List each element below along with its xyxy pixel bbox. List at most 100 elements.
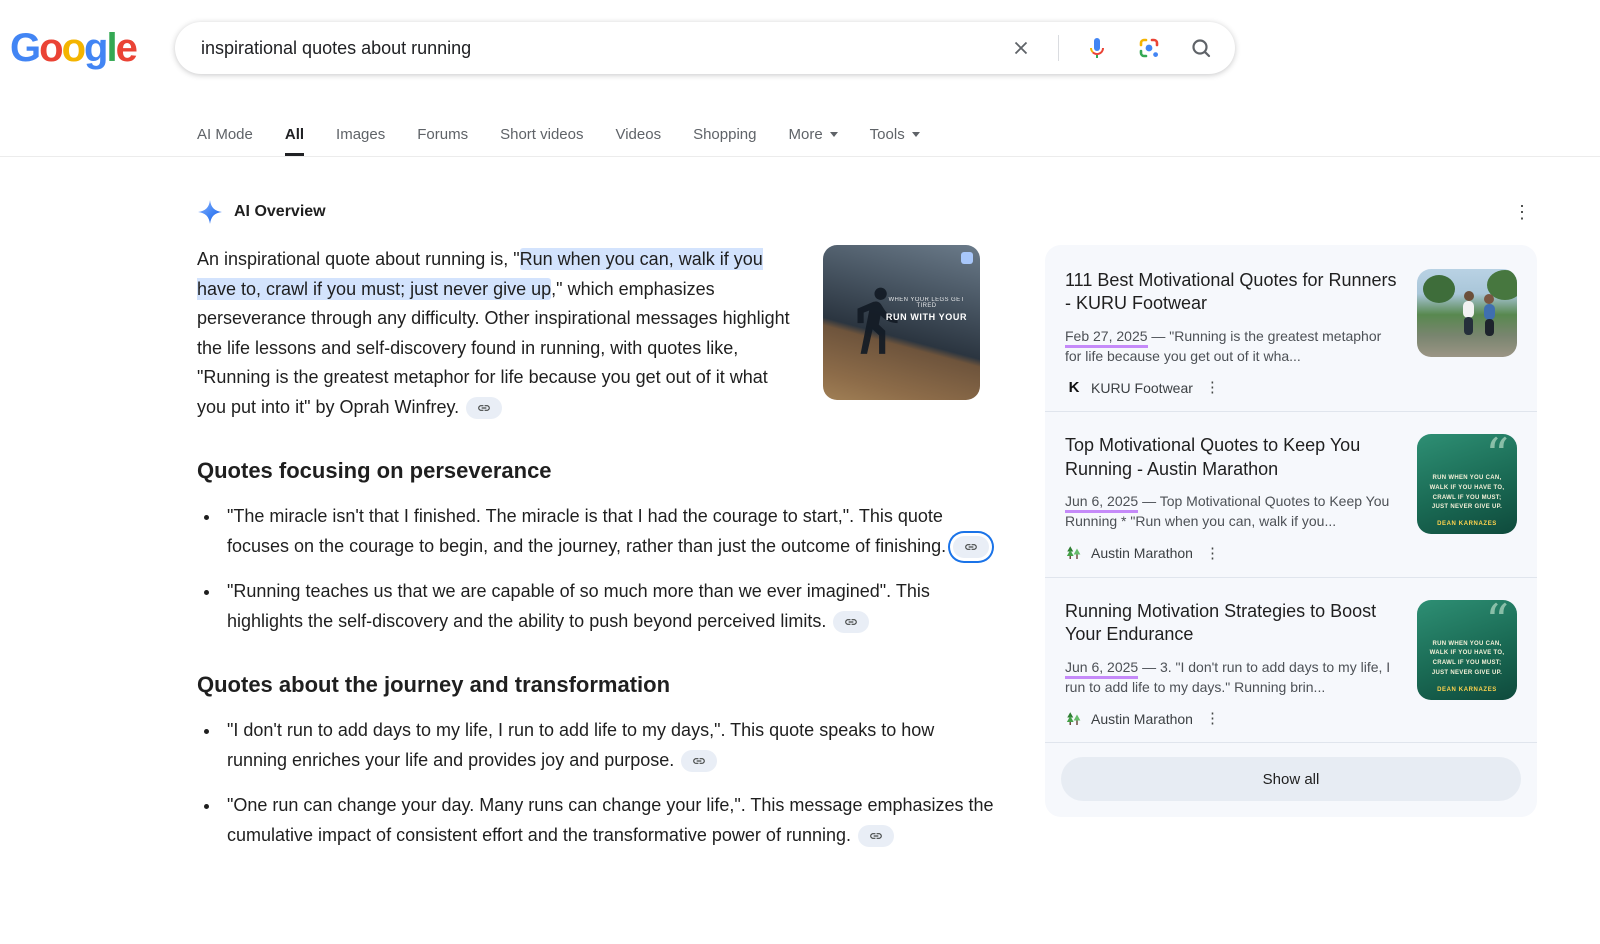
thumb-quote-attribution: DEAN KARNAZES [1424, 687, 1510, 693]
hero-badge-icon [961, 252, 973, 264]
overflow-menu-button[interactable]: ⋮ [1507, 199, 1537, 225]
divider [1058, 35, 1059, 61]
source-card[interactable]: Running Motivation Strategies to Boost Y… [1045, 578, 1537, 742]
bullet-text: "Running teaches us that we are capable … [227, 581, 930, 631]
source-name: KURU Footwear [1091, 380, 1193, 396]
source-card-snippet: Jun 6, 2025 — Top Motivational Quotes to… [1065, 491, 1401, 532]
source-link-chip[interactable] [858, 825, 894, 847]
clear-search-button[interactable] [1008, 35, 1034, 61]
tab-label: All [285, 126, 304, 143]
section-heading-perseverance: Quotes focusing on perseverance [197, 458, 997, 484]
card-menu-button[interactable]: ⋮ [1201, 378, 1224, 397]
result-thumbnail[interactable]: “ RUN WHEN YOU CAN, WALK IF YOU HAVE TO,… [1417, 600, 1517, 700]
source-card-snippet: Feb 27, 2025 — "Running is the greatest … [1065, 326, 1401, 367]
tab-label: Videos [615, 126, 661, 143]
microphone-icon [1085, 36, 1109, 60]
chevron-down-icon [830, 132, 838, 137]
tab-label: More [788, 126, 822, 143]
thumb-quote-text: RUN WHEN YOU CAN, WALK IF YOU HAVE TO, C… [1424, 640, 1510, 678]
kuru-favicon: K [1065, 379, 1083, 397]
search-button[interactable] [1187, 34, 1215, 62]
source-card[interactable]: 111 Best Motivational Quotes for Runners… [1045, 247, 1537, 411]
thumb-quote-text: RUN WHEN YOU CAN, WALK IF YOU HAVE TO, C… [1424, 474, 1510, 512]
source-card-body: 111 Best Motivational Quotes for Runners… [1065, 269, 1401, 397]
divider [0, 156, 1600, 157]
source-card-title[interactable]: Top Motivational Quotes to Keep You Runn… [1065, 434, 1401, 481]
hero-image[interactable]: WHEN YOUR LEGS GET TIRED RUN WITH YOUR [823, 245, 980, 400]
tab-label: Images [336, 126, 385, 143]
tab-tools[interactable]: Tools [870, 126, 920, 156]
search-bar[interactable] [175, 22, 1235, 74]
source-link-chip[interactable] [681, 750, 717, 772]
source-link-chip[interactable] [466, 397, 502, 419]
source-card-body: Top Motivational Quotes to Keep You Runn… [1065, 434, 1401, 562]
source-row: Austin Marathon ⋮ [1065, 544, 1401, 563]
google-logo[interactable]: Google [10, 26, 136, 71]
tab-all[interactable]: All [285, 126, 304, 156]
tab-short-videos[interactable]: Short videos [500, 126, 583, 156]
search-input[interactable] [201, 38, 1008, 59]
source-card-title[interactable]: 111 Best Motivational Quotes for Runners… [1065, 269, 1401, 316]
link-icon [692, 754, 706, 768]
quote-bullet: "The miracle isn't that I finished. The … [221, 502, 997, 561]
logo-letter: o [62, 26, 84, 70]
tab-images[interactable]: Images [336, 126, 385, 156]
show-all-button[interactable]: Show all [1061, 757, 1521, 801]
bullet-text: "The miracle isn't that I finished. The … [227, 506, 946, 556]
link-icon [964, 540, 978, 554]
quote-list: "The miracle isn't that I finished. The … [197, 502, 997, 636]
hero-caption: WHEN YOUR LEGS GET TIRED RUN WITH YOUR [879, 297, 974, 322]
quote-bullet: "I don't run to add days to my life, I r… [221, 716, 997, 775]
close-icon [1010, 37, 1032, 59]
section-heading-journey: Quotes about the journey and transformat… [197, 672, 997, 698]
source-row: Austin Marathon ⋮ [1065, 709, 1401, 728]
tab-forums[interactable]: Forums [417, 126, 468, 156]
source-name: Austin Marathon [1091, 711, 1193, 727]
voice-search-button[interactable] [1083, 34, 1111, 62]
tab-videos[interactable]: Videos [615, 126, 661, 156]
link-icon [869, 829, 883, 843]
ai-overview-star-icon [197, 199, 223, 225]
tab-label: Forums [417, 126, 468, 143]
tab-shopping[interactable]: Shopping [693, 126, 756, 156]
source-name: Austin Marathon [1091, 545, 1193, 561]
source-card[interactable]: Top Motivational Quotes to Keep You Runn… [1045, 412, 1537, 576]
logo-letter: G [10, 26, 39, 70]
tab-ai-mode[interactable]: AI Mode [197, 126, 253, 156]
tab-label: AI Mode [197, 126, 253, 143]
ai-overview-body: An inspirational quote about running is,… [197, 245, 997, 866]
source-card-snippet: Jun 6, 2025 — 3. "I don't run to add day… [1065, 657, 1401, 698]
result-thumbnail[interactable] [1417, 269, 1517, 357]
quote-list: "I don't run to add days to my life, I r… [197, 716, 997, 850]
runners-photo-art [1417, 269, 1517, 357]
logo-letter: o [39, 26, 61, 70]
tab-label: Tools [870, 126, 905, 143]
card-menu-button[interactable]: ⋮ [1201, 709, 1224, 728]
quote-bullet: "One run can change your day. Many runs … [221, 791, 997, 850]
source-link-chip[interactable] [833, 611, 869, 633]
source-card-title[interactable]: Running Motivation Strategies to Boost Y… [1065, 600, 1401, 647]
ai-overview-title: AI Overview [234, 203, 326, 221]
intro-text: An inspirational quote about running is,… [197, 249, 520, 269]
lens-search-button[interactable] [1135, 34, 1163, 62]
search-bar-icons [1008, 34, 1215, 62]
divider [1045, 742, 1537, 743]
austin-marathon-favicon [1065, 710, 1083, 728]
bullet-text: "I don't run to add days to my life, I r… [227, 720, 934, 770]
search-header: Google [0, 0, 1600, 72]
link-icon [844, 615, 858, 629]
result-thumbnail[interactable]: “ RUN WHEN YOU CAN, WALK IF YOU HAVE TO,… [1417, 434, 1517, 534]
tab-label: Shopping [693, 126, 756, 143]
logo-letter: e [116, 26, 136, 70]
result-date: Jun 6, 2025 [1065, 659, 1138, 679]
source-link-chip[interactable] [953, 536, 989, 558]
ai-overview-header: AI Overview ⋮ [197, 199, 1537, 225]
card-menu-button[interactable]: ⋮ [1201, 544, 1224, 563]
tab-more[interactable]: More [788, 126, 837, 156]
tab-label: Short videos [500, 126, 583, 143]
google-lens-icon [1137, 36, 1161, 60]
result-date: Feb 27, 2025 [1065, 328, 1148, 348]
results-area: AI Overview ⋮ An inspirational quote abo… [0, 199, 1600, 896]
link-icon [477, 401, 491, 415]
magnifier-icon [1189, 36, 1213, 60]
